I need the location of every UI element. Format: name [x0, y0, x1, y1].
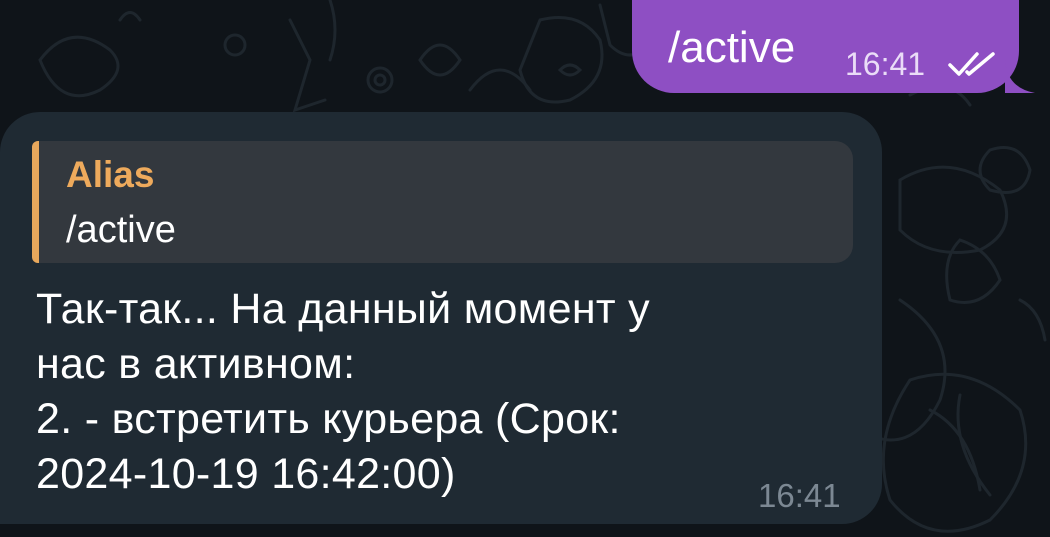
outgoing-message-text: /active — [668, 23, 796, 72]
reply-quoted-text: /active — [66, 209, 176, 251]
incoming-message-time: 16:41 — [758, 477, 841, 514]
message-line: 2. - встретить курьера (Срок: — [36, 395, 621, 443]
message-line: нас в активном: — [36, 340, 356, 388]
message-line: Так-так... На данный момент у — [36, 285, 650, 333]
outgoing-bubble-tail — [1005, 60, 1035, 93]
outgoing-message-time: 16:41 — [845, 46, 926, 82]
double-check-icon — [948, 52, 995, 76]
reply-accent-bar — [32, 141, 39, 263]
incoming-message-text: Так-так... На данный момент у нас в акти… — [36, 282, 650, 502]
reply-author-name: Alias — [66, 154, 155, 195]
message-line: 2024-10-19 16:42:00) — [36, 450, 456, 498]
